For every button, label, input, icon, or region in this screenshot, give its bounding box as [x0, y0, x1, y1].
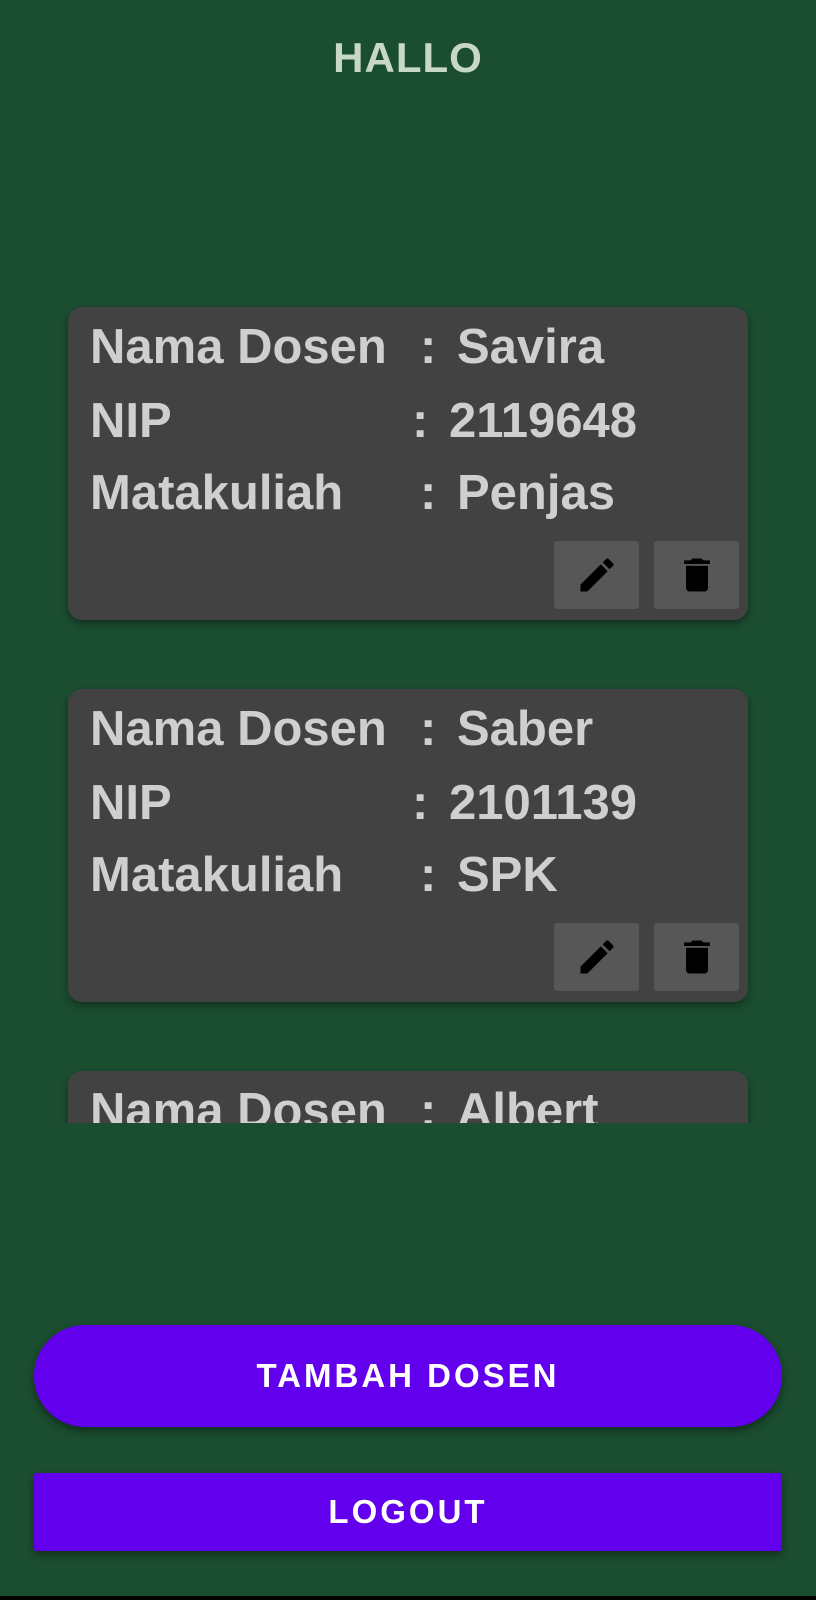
lecturer-list[interactable]: Nama Dosen : Savira NIP : 2119648 Mataku… — [0, 300, 816, 1123]
trash-icon — [683, 940, 710, 974]
colon: : — [420, 320, 437, 374]
edit-button[interactable] — [554, 923, 639, 991]
delete-button[interactable] — [654, 541, 739, 609]
name-label: Nama Dosen — [90, 1084, 387, 1123]
pencil-icon — [580, 940, 614, 974]
course-label: Matakuliah — [90, 466, 344, 520]
course-value: SPK — [457, 848, 558, 902]
nip-label: NIP — [90, 776, 172, 830]
lecturer-card: Nama Dosen : Saber NIP : 2101139 Matakul… — [68, 689, 748, 1002]
delete-button[interactable] — [654, 923, 739, 991]
course-value: Penjas — [457, 466, 615, 520]
name-label: Nama Dosen — [90, 702, 387, 756]
logout-button[interactable]: LOGOUT — [34, 1473, 782, 1551]
colon: : — [420, 848, 437, 902]
add-lecturer-button[interactable]: TAMBAH DOSEN — [34, 1325, 782, 1427]
pencil-icon — [580, 558, 614, 592]
name-value: Albert — [457, 1084, 599, 1123]
colon: : — [412, 776, 429, 830]
page-title: HALLO — [333, 34, 483, 81]
name-label: Nama Dosen — [90, 320, 387, 374]
colon: : — [420, 466, 437, 520]
name-value: Saber — [457, 702, 594, 756]
edit-button[interactable] — [554, 541, 639, 609]
nip-label: NIP — [90, 394, 172, 448]
nip-value: 2101139 — [449, 776, 638, 830]
lecturer-card: Nama Dosen : Albert — [68, 1071, 748, 1123]
trash-icon — [683, 558, 710, 592]
bottom-divider — [0, 1596, 816, 1600]
colon: : — [420, 1084, 437, 1123]
course-label: Matakuliah — [90, 848, 344, 902]
colon: : — [420, 702, 437, 756]
colon: : — [412, 394, 429, 448]
name-value: Savira — [457, 320, 605, 374]
lecturer-card: Nama Dosen : Savira NIP : 2119648 Mataku… — [68, 307, 748, 620]
nip-value: 2119648 — [449, 394, 638, 448]
